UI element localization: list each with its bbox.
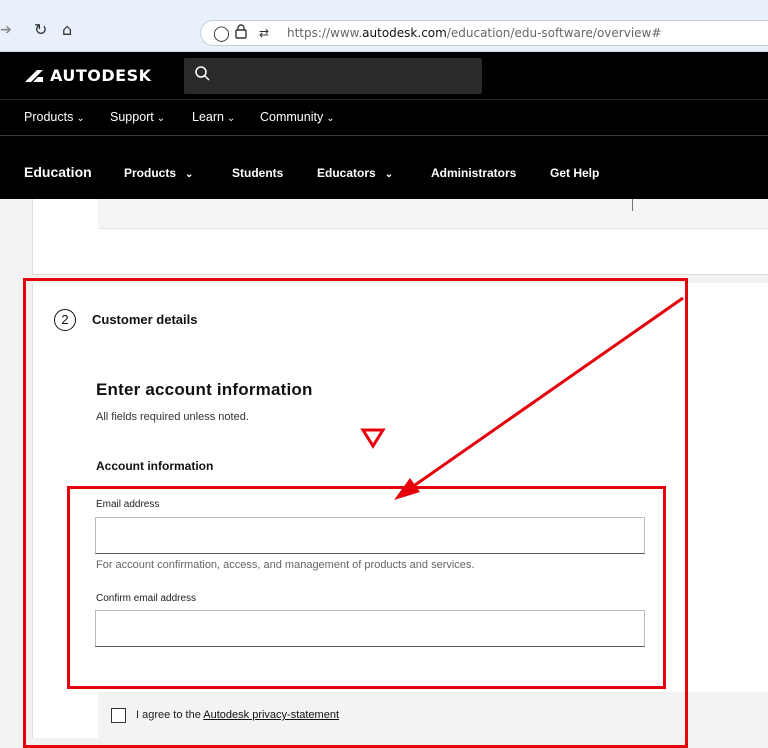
chevron-down-icon: ⌄ — [76, 113, 85, 124]
nav-community[interactable]: Community ⌄ — [260, 110, 335, 124]
autodesk-logo-icon — [25, 69, 43, 82]
nav-products[interactable]: Products ⌄ — [24, 110, 85, 124]
permissions-icon[interactable]: ⇄ — [259, 26, 269, 40]
search-input[interactable] — [184, 58, 482, 94]
edu-nav-educators-label: Educators — [317, 166, 376, 180]
main-nav: Products ⌄ Support ⌄ Learn ⌄ Community ⌄ — [0, 99, 768, 135]
edu-nav-educators[interactable]: Educators ⌄ — [317, 166, 393, 180]
url-prefix: https://www. — [287, 26, 363, 40]
url-text[interactable]: https://www.autodesk.com/education/edu-s… — [287, 26, 661, 40]
browser-toolbar: ➔ ↻ ⌂ ◯ ⇄ https://www.autodesk.com/educa… — [0, 0, 768, 52]
nav-support[interactable]: Support ⌄ — [110, 110, 165, 124]
url-path: /education/edu-software/overview# — [446, 26, 662, 40]
chevron-down-icon: ⌄ — [326, 113, 335, 124]
edu-nav-get-help[interactable]: Get Help — [550, 166, 599, 180]
previous-step-panel — [98, 199, 768, 229]
chevron-down-icon: ⌄ — [156, 113, 166, 124]
search-icon — [195, 66, 210, 81]
brand-name: AUTODESK — [50, 66, 152, 85]
reload-icon[interactable]: ↻ — [34, 20, 47, 39]
address-bar[interactable]: ◯ ⇄ https://www.autodesk.com/education/e… — [200, 20, 768, 46]
edu-nav-students[interactable]: Students — [232, 166, 283, 180]
annotation-inner-box — [67, 486, 666, 689]
chevron-down-icon: ⌄ — [226, 113, 236, 124]
nav-support-label: Support — [110, 110, 154, 124]
back-icon[interactable]: ➔ — [0, 22, 12, 38]
shield-icon[interactable]: ◯ — [213, 24, 230, 42]
lock-icon[interactable] — [235, 24, 247, 43]
autodesk-logo[interactable]: AUTODESK — [24, 66, 152, 85]
nav-learn[interactable]: Learn ⌄ — [192, 110, 235, 124]
education-title[interactable]: Education — [24, 164, 92, 180]
url-domain: autodesk.com — [362, 26, 447, 40]
edu-nav-products[interactable]: Products ⌄ — [124, 166, 193, 180]
nav-learn-label: Learn — [192, 110, 224, 124]
chevron-down-icon: ⌄ — [185, 169, 194, 180]
nav-products-label: Products — [24, 110, 74, 124]
site-header: AUTODESK — [0, 52, 768, 99]
chevron-down-icon: ⌄ — [384, 169, 394, 180]
nav-community-label: Community — [260, 110, 324, 124]
edu-nav-products-label: Products — [124, 166, 177, 180]
home-icon[interactable]: ⌂ — [62, 20, 72, 39]
education-nav: Education Products ⌄ Students Educators ⌄ … — [0, 135, 768, 199]
edu-nav-administrators[interactable]: Administrators — [431, 166, 516, 180]
divider — [632, 199, 633, 211]
